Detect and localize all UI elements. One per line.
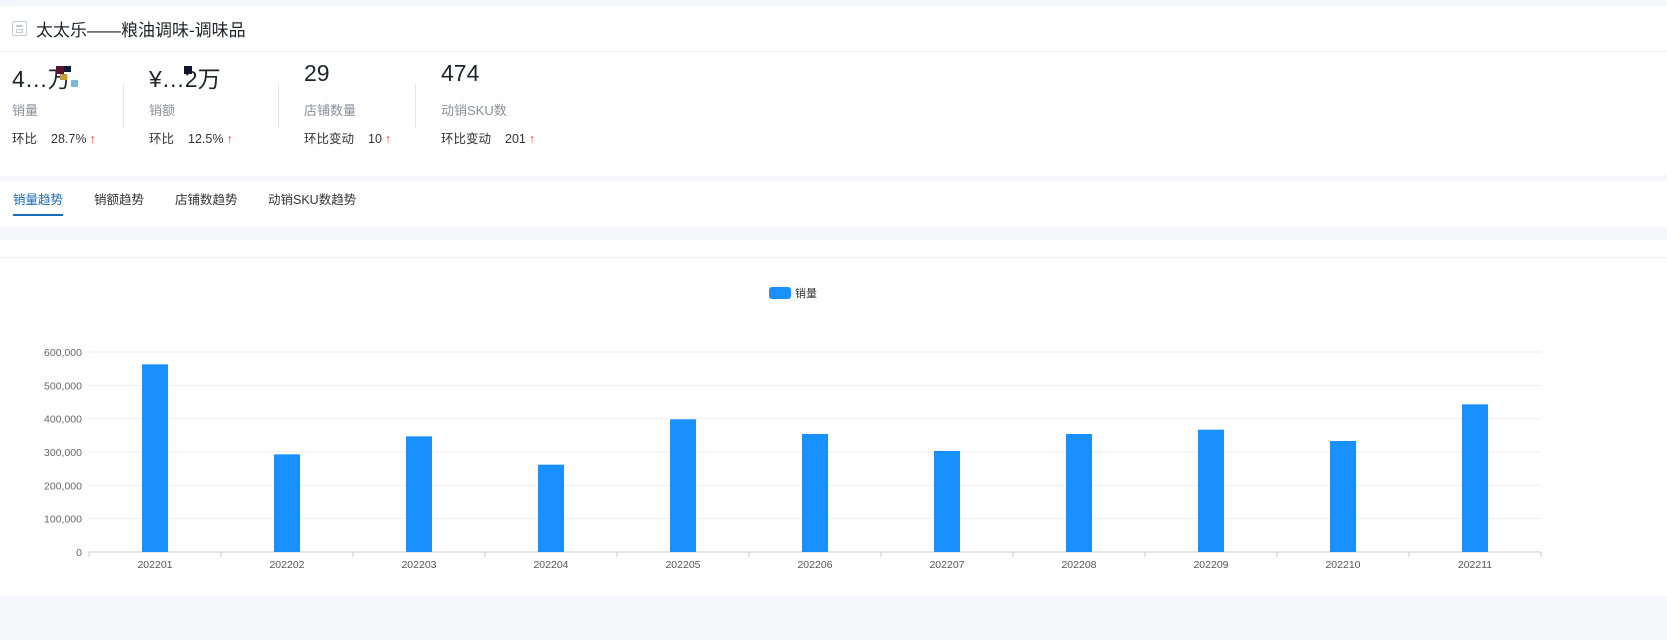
x-tick-label: 202211 <box>1458 559 1492 571</box>
tab-sku-count-trend[interactable]: 动销SKU数趋势 <box>268 189 356 216</box>
metric-change: 环比变动 10 ↑ <box>304 128 391 147</box>
y-tick-label: 100,000 <box>44 514 82 526</box>
change-value: 201 <box>505 132 526 146</box>
redaction-mark <box>56 66 64 74</box>
x-tick-label: 202210 <box>1325 559 1360 571</box>
bar <box>1198 429 1224 552</box>
arrow-up-icon: ↑ <box>89 132 96 146</box>
chart-panel: 0 100,000 200,000 300,000 400,000 500,000 600,… <box>0 240 1667 596</box>
arrow-up-icon: ↑ <box>226 132 233 146</box>
x-tick-label: 202204 <box>533 559 568 571</box>
tab-sales-amount-trend[interactable]: 销额趋势 <box>94 189 144 216</box>
x-tick-label: 202205 <box>665 559 700 571</box>
bar <box>1066 434 1092 552</box>
arrow-up-icon: ↑ <box>528 132 536 146</box>
metric-change: 环比 28.7% ↑ <box>12 128 96 147</box>
x-tick-label: 202208 <box>1061 559 1096 571</box>
page-title: 太太乐——粮油调味-调味品 <box>36 21 246 40</box>
change-label: 环比 <box>12 132 38 146</box>
divider <box>278 84 279 128</box>
document-icon <box>12 21 27 36</box>
summary-panel: 太太乐——粮油调味-调味品 4…万 销量 环比 28.7% ↑ ¥…2万 销额 环比… <box>0 6 1667 176</box>
redaction-mark <box>71 80 78 87</box>
metrics-row: 4…万 销量 环比 28.7% ↑ ¥…2万 销额 环比 12.5% ↑ 29 店铺数量 <box>0 52 1667 172</box>
divider <box>415 84 416 128</box>
change-label: 环比 <box>149 132 175 146</box>
bar <box>1330 441 1356 552</box>
metric-change: 环比 12.5% ↑ <box>149 128 233 147</box>
change-label: 环比变动 <box>441 132 492 146</box>
x-tick-label: 202201 <box>137 559 172 571</box>
x-tick-label: 202206 <box>797 559 832 571</box>
change-value: 10 <box>368 132 382 146</box>
y-tick-label: 200,000 <box>44 480 82 492</box>
bar <box>538 464 564 552</box>
bar <box>142 364 168 552</box>
arrow-up-icon: ↑ <box>384 132 392 146</box>
change-value: 28.7% <box>51 132 87 146</box>
tab-sales-volume-trend[interactable]: 销量趋势 <box>13 189 64 216</box>
y-tick-label: 300,000 <box>44 447 82 459</box>
metric-label: 销额 <box>149 103 176 118</box>
y-tick-label: 500,000 <box>44 380 82 392</box>
y-tick-label: 400,000 <box>44 414 82 426</box>
metric-label: 动销SKU数 <box>441 103 507 118</box>
change-label: 环比变动 <box>304 132 355 146</box>
metric-change: 环比变动 201 ↑ <box>441 128 535 147</box>
x-tick-label: 202202 <box>269 559 304 571</box>
trend-tabs: 销量趋势 销额趋势 店铺数趋势 动销SKU数趋势 <box>0 181 1667 227</box>
y-tick-label: 600,000 <box>44 347 82 359</box>
metric-value: 29 <box>304 60 330 86</box>
divider <box>123 84 124 128</box>
legend-swatch <box>769 287 791 299</box>
redaction-mark <box>64 66 71 72</box>
title-bar: 太太乐——粮油调味-调味品 <box>0 6 1667 52</box>
x-tick-label: 202203 <box>401 559 436 571</box>
legend-label: 销量 <box>795 286 817 300</box>
bar <box>274 454 300 552</box>
redaction-mark <box>60 74 67 80</box>
x-tick-label: 202207 <box>929 559 964 571</box>
bar <box>670 419 696 552</box>
bar <box>934 451 960 552</box>
tab-store-count-trend[interactable]: 店铺数趋势 <box>175 189 238 216</box>
bar <box>406 436 432 552</box>
bar-chart: 0 100,000 200,000 300,000 400,000 500,000 600,… <box>44 286 1542 571</box>
change-value: 12.5% <box>188 132 224 146</box>
bar <box>1462 404 1488 552</box>
x-tick-label: 202209 <box>1193 559 1228 571</box>
metric-label: 店铺数量 <box>304 103 357 118</box>
y-tick-label: 0 <box>76 547 82 559</box>
bar <box>802 434 828 552</box>
metric-label: 销量 <box>12 103 39 118</box>
redaction-mark <box>184 66 192 74</box>
metric-value: 474 <box>441 60 480 86</box>
